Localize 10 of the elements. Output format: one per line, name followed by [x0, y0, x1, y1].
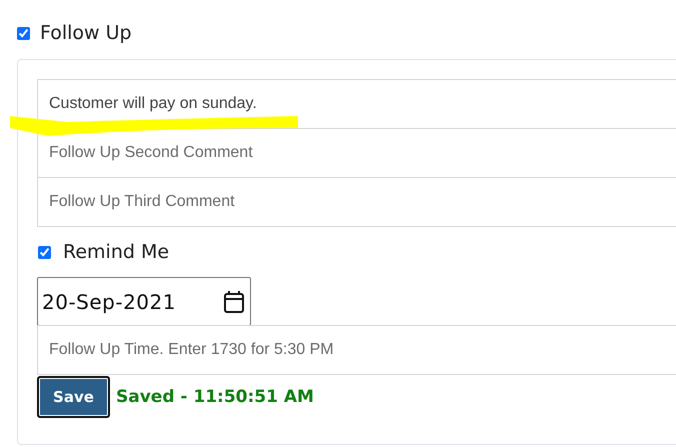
follow-up-checkbox[interactable] — [17, 26, 30, 40]
follow-up-label: Follow Up — [40, 22, 132, 44]
comment-field[interactable]: Follow Up Third Comment — [37, 177, 676, 227]
save-button[interactable]: Save — [37, 376, 110, 418]
date-field[interactable]: 20-Sep-2021 — [37, 277, 251, 326]
remind-me-label: Remind Me — [63, 241, 170, 263]
time-field[interactable]: Follow Up Time. Enter 1730 for 5:30 PM — [37, 325, 676, 375]
remind-me-checkbox[interactable] — [38, 246, 51, 258]
saved-status: Saved - 11:50:51 AM — [116, 387, 314, 407]
calendar-icon[interactable] — [224, 290, 244, 312]
